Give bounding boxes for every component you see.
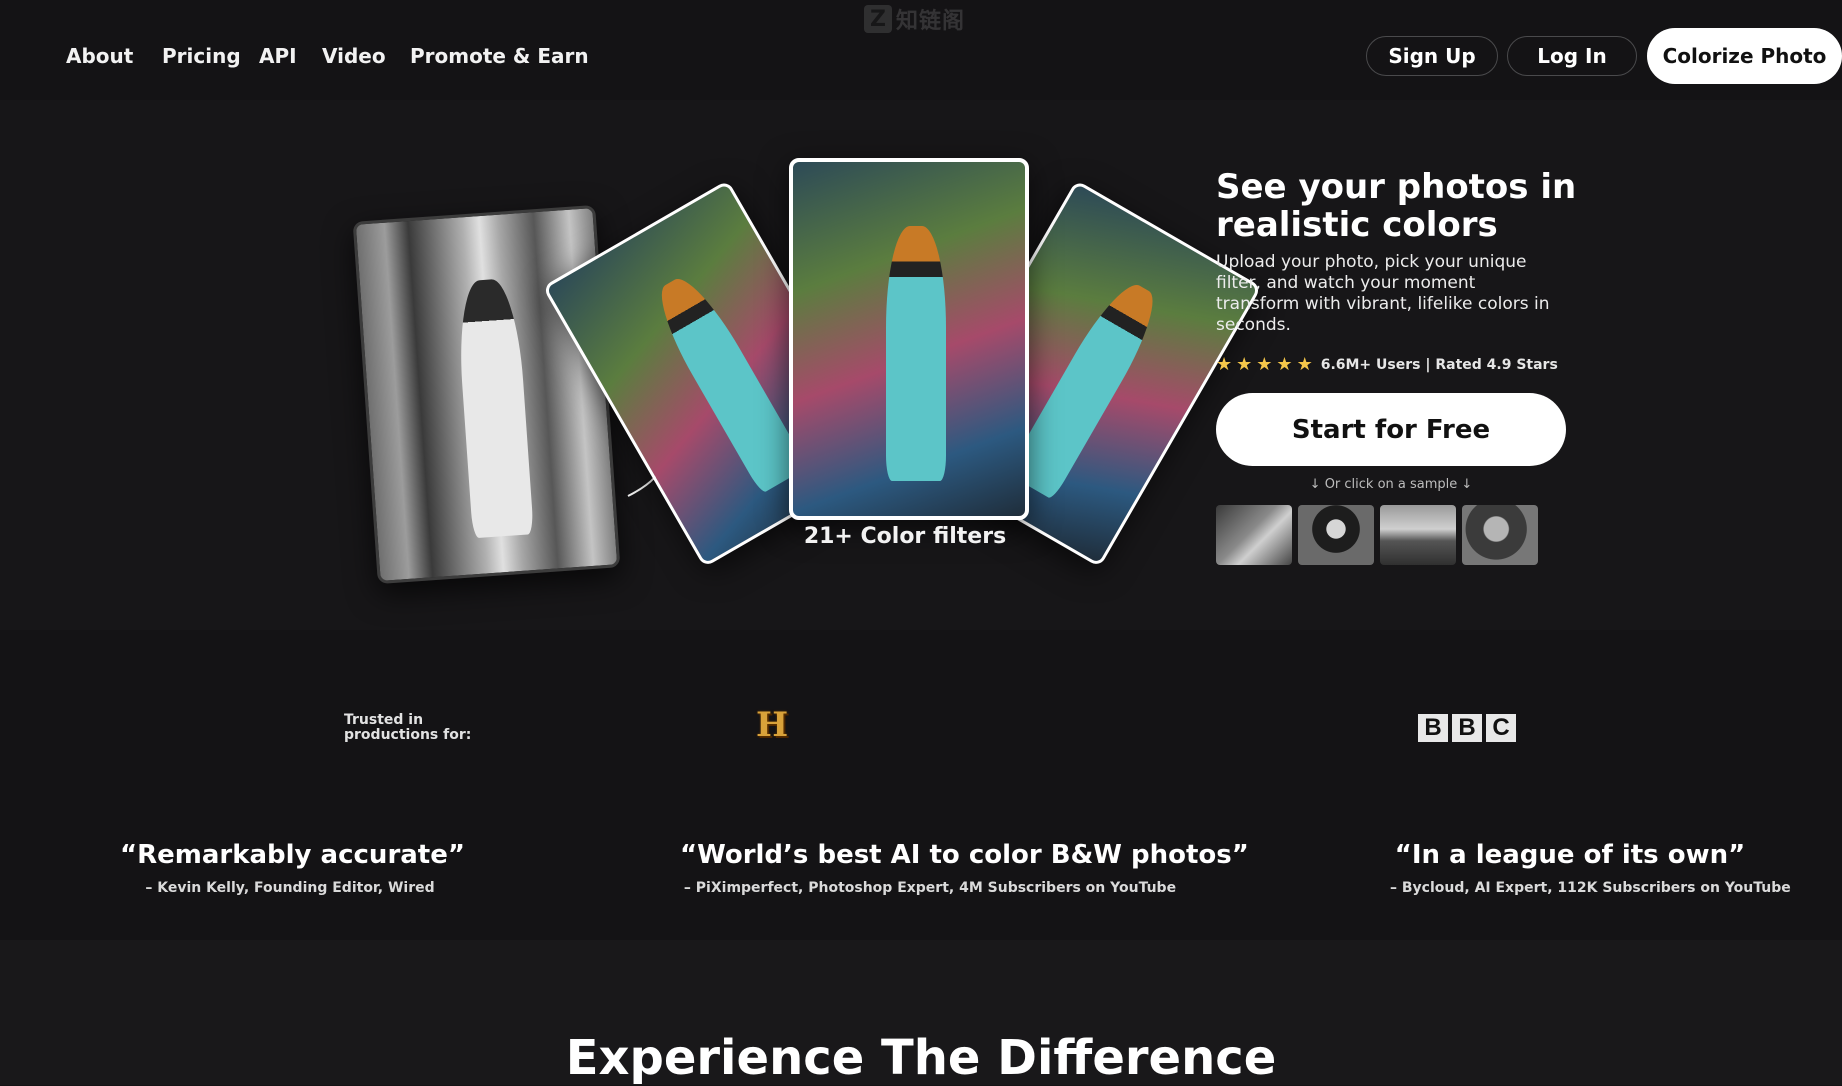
sample-thumbnail-2[interactable] [1298, 505, 1374, 565]
nav-video[interactable]: Video [322, 44, 386, 68]
quote-author: – PiXimperfect, Photoshop Expert, 4M Sub… [683, 880, 1177, 896]
quote-text: “In a league of its own” [1394, 840, 1746, 870]
sample-thumbnail-3[interactable] [1380, 505, 1456, 565]
bbc-letter: B [1418, 714, 1448, 742]
star-icon: ★ [1256, 354, 1273, 375]
watermark-text: 知链阁 [896, 9, 966, 34]
bbc-letter: B [1452, 714, 1482, 742]
star-icon: ★ [1236, 354, 1253, 375]
nav-api[interactable]: API [259, 44, 297, 68]
nav-promote-earn[interactable]: Promote & Earn [410, 44, 589, 68]
star-icon: ★ [1216, 354, 1233, 375]
rating: ★ ★ ★ ★ ★ 6.6M+ Users | Rated 4.9 Stars [1216, 356, 1558, 374]
photo-subject [454, 277, 535, 539]
hero-title: See your photos in realistic colors [1216, 167, 1577, 245]
bbc-logo: B B C [1418, 714, 1516, 742]
sample-thumbnail-1[interactable] [1216, 505, 1292, 565]
nav-about[interactable]: About [66, 44, 133, 68]
sign-up-button[interactable]: Sign Up [1366, 36, 1498, 76]
testimonial-2: “World’s best AI to color B&W photos” – … [680, 840, 1249, 896]
hero-subtitle: Upload your photo, pick your unique filt… [1216, 252, 1550, 335]
quote-author: – Bycloud, AI Expert, 112K Subscribers o… [1390, 880, 1791, 896]
star-icon: ★ [1276, 354, 1293, 375]
quote-author: – Kevin Kelly, Founding Editor, Wired [145, 880, 435, 896]
color-filters-label: 21+ Color filters [803, 524, 1007, 549]
sample-thumbnail-4[interactable] [1462, 505, 1538, 565]
section-title: Experience The Difference [565, 1030, 1277, 1086]
rating-text: 6.6M+ Users | Rated 4.9 Stars [1320, 357, 1558, 373]
colorized-photo [789, 158, 1029, 520]
colorize-photo-button[interactable]: Colorize Photo [1647, 28, 1842, 84]
black-and-white-photo [352, 204, 621, 585]
bbc-letter: C [1486, 714, 1516, 742]
start-for-free-button[interactable]: Start for Free [1216, 393, 1566, 466]
sample-hint: ↓ Or click on a sample ↓ [1309, 477, 1473, 492]
sample-thumbnails [1216, 505, 1538, 565]
history-channel-logo: H [755, 705, 789, 745]
quote-text: “World’s best AI to color B&W photos” [680, 840, 1249, 870]
star-icon: ★ [1296, 354, 1313, 375]
photo-subject [885, 225, 947, 481]
watermark-logo-icon: Z [864, 5, 892, 33]
log-in-button[interactable]: Log In [1507, 36, 1637, 76]
photo-subject [1006, 275, 1168, 501]
photo-subject [647, 268, 809, 495]
testimonial-1: “Remarkably accurate” – Kevin Kelly, Fou… [120, 840, 465, 896]
nav-pricing[interactable]: Pricing [162, 44, 241, 68]
trusted-label: Trusted in productions for: [344, 712, 472, 743]
watermark: Z 知链阁 [864, 4, 976, 34]
quote-text: “Remarkably accurate” [120, 840, 465, 870]
testimonial-3: “In a league of its own” – Bycloud, AI E… [1390, 840, 1791, 896]
